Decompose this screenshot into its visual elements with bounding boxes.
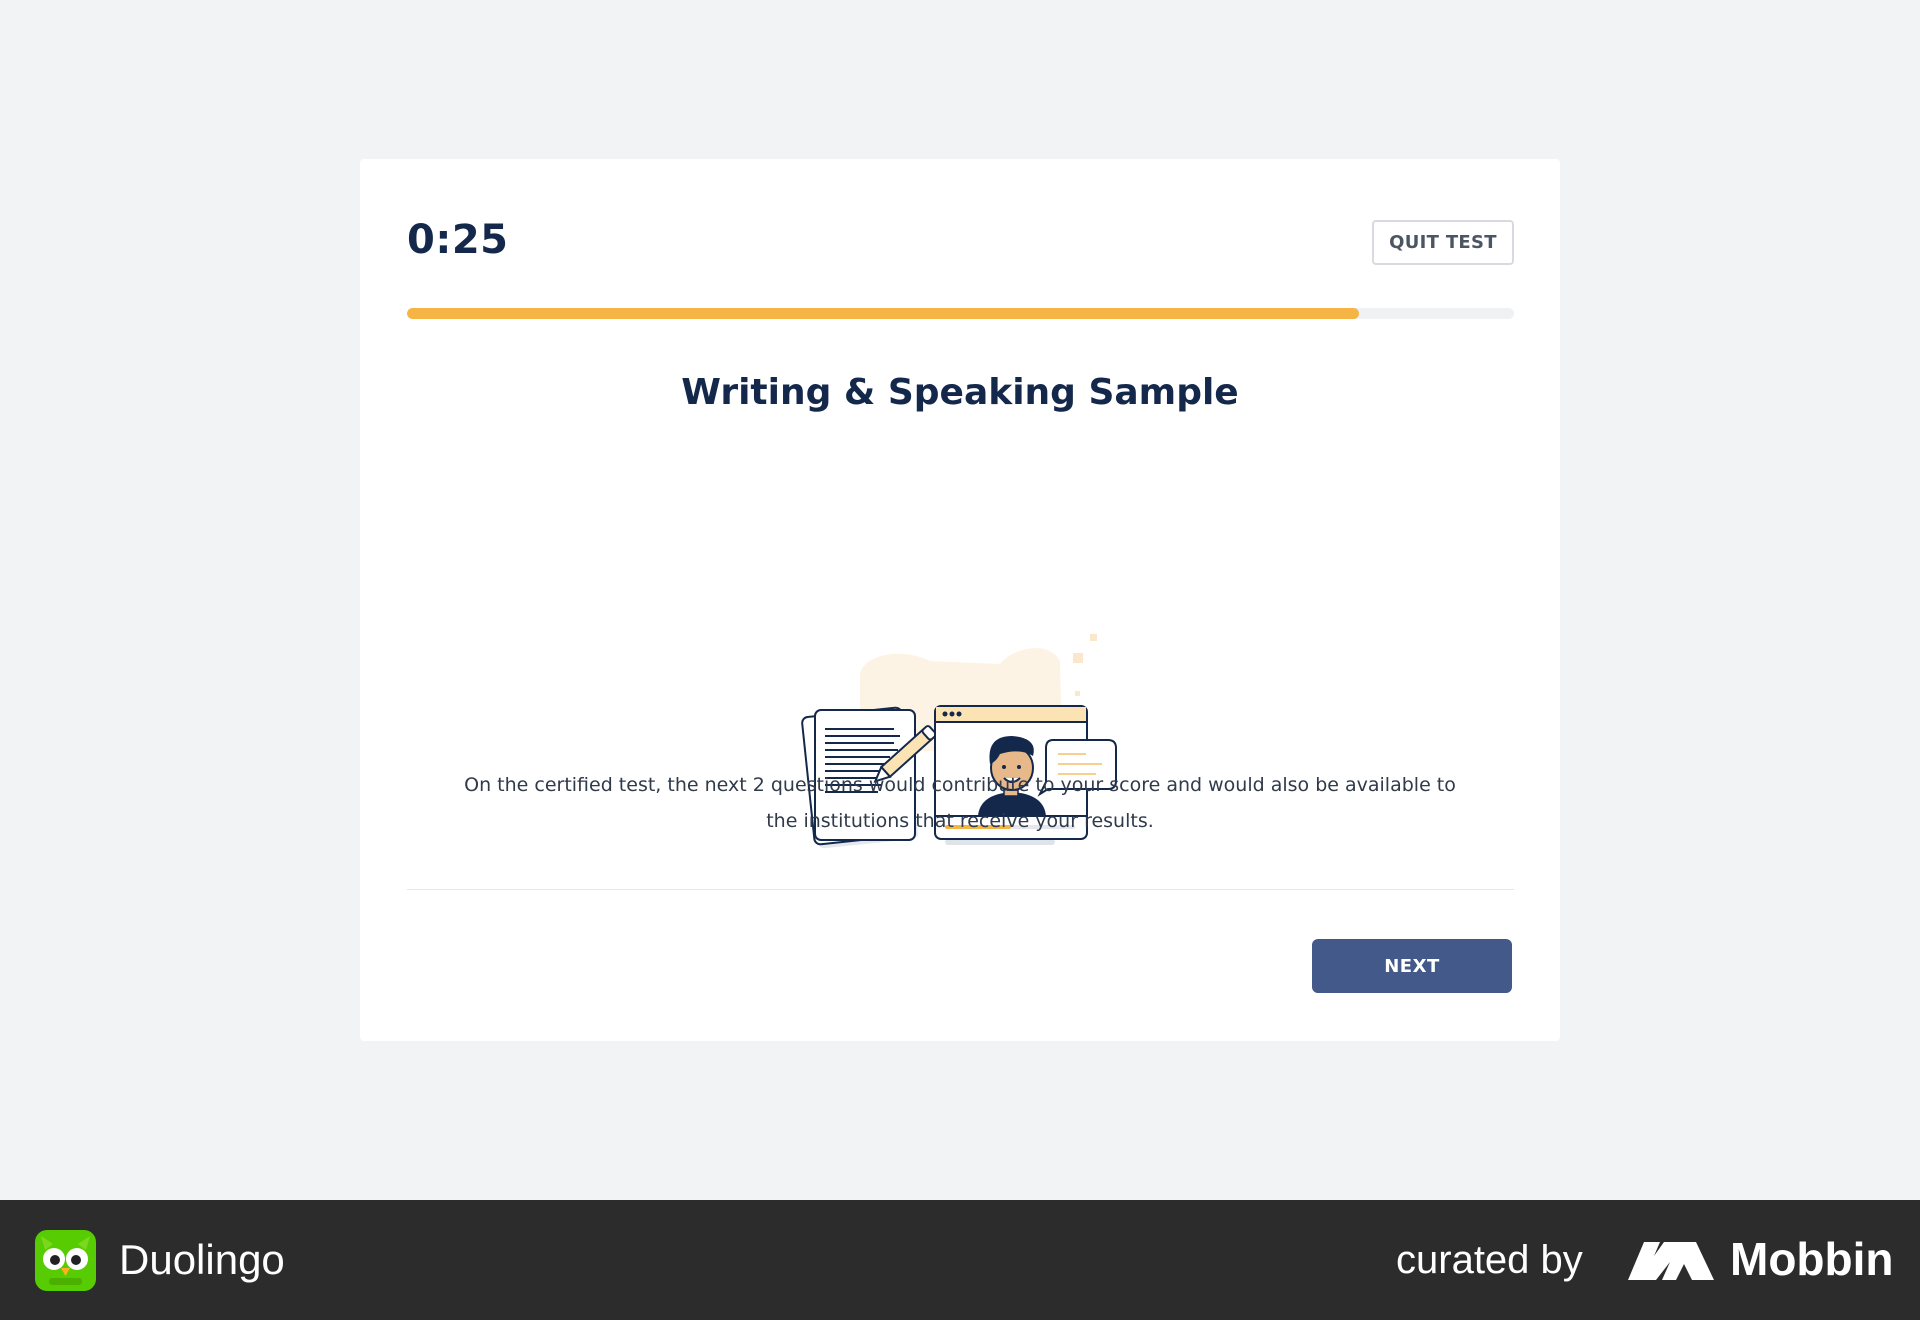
curator-name: Mobbin bbox=[1730, 1233, 1894, 1285]
quit-test-button[interactable]: QUIT TEST bbox=[1372, 220, 1514, 265]
footer: Duolingo curated by Mobbin bbox=[0, 1200, 1920, 1320]
duolingo-owl-icon bbox=[35, 1230, 96, 1291]
description: On the certified test, the next 2 questi… bbox=[464, 774, 1456, 832]
timer: 0:25 bbox=[407, 217, 509, 263]
mobbin-logo-icon bbox=[1628, 1242, 1714, 1280]
app-name: Duolingo bbox=[119, 1236, 285, 1283]
curated-by-label: curated by bbox=[1396, 1238, 1583, 1282]
progress-bar bbox=[407, 308, 1514, 319]
page-title: Writing & Speaking Sample bbox=[681, 372, 1239, 413]
test-card: 0:25 QUIT TEST Writing & Speaking Sample bbox=[360, 159, 1560, 1041]
divider bbox=[407, 889, 1514, 890]
progress-fill bbox=[407, 308, 1360, 319]
next-button[interactable]: NEXT bbox=[1312, 939, 1512, 993]
